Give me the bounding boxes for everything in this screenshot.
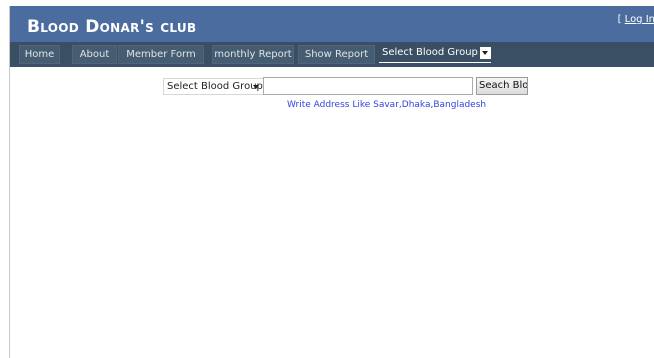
nav-monthly-report[interactable]: monthly Report — [212, 45, 294, 64]
chevron-down-icon — [253, 85, 259, 89]
nav-show-report[interactable]: Show Report — [298, 45, 375, 64]
login-link[interactable]: Log In — [625, 14, 654, 25]
login-bracket: [ — [617, 14, 625, 25]
site-title: Blood Donar's club — [27, 17, 197, 37]
main-nav: Home About Member Form monthly Report Sh… — [10, 42, 654, 67]
dropdown-arrow-icon — [479, 47, 491, 59]
blood-group-select[interactable]: Select Blood Group — [163, 78, 264, 95]
blood-group-selected-value: Select Blood Group — [167, 81, 263, 92]
nav-home[interactable]: Home — [19, 45, 60, 64]
address-hint: Write Address Like Savar,Dhaka,Banglades… — [287, 100, 487, 110]
search-blood-button[interactable]: Seach Bloo — [476, 77, 528, 95]
nav-select-label: Select Blood Group — [382, 47, 478, 58]
login-area: [ Log In — [618, 14, 654, 26]
nav-member-form[interactable]: Member Form — [118, 45, 204, 64]
page-container: Blood Donar's club [ Log In Home About M… — [9, 6, 654, 358]
nav-about[interactable]: About — [72, 45, 117, 64]
site-header: Blood Donar's club [ Log In — [10, 6, 654, 42]
nav-blood-group-select[interactable]: Select Blood Group — [379, 46, 491, 63]
address-search-input[interactable] — [263, 77, 473, 95]
